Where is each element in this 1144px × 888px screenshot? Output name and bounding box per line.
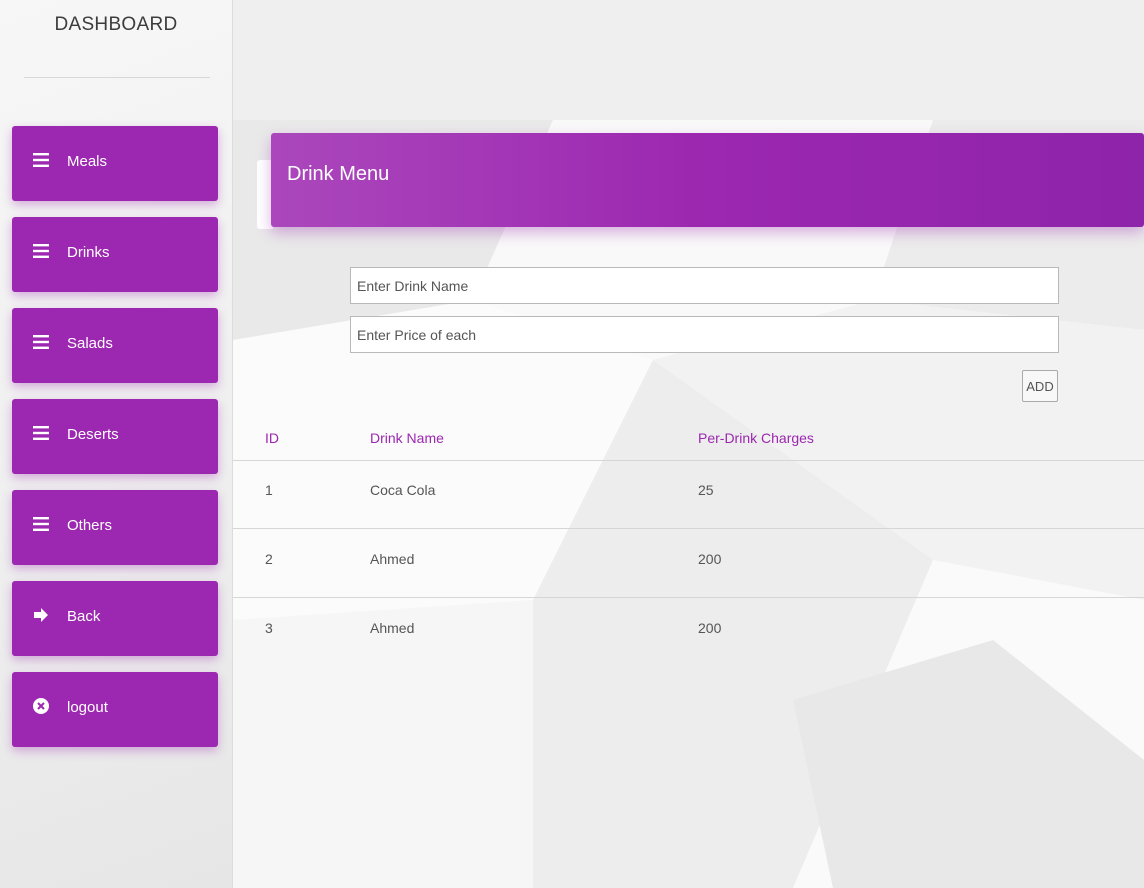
sidebar-item-label: Drinks [67, 244, 110, 261]
sidebar-item-logout[interactable]: logout [12, 672, 218, 747]
main-content: Drink Menu ADD ID Drink Name Per-Drink C… [233, 0, 1144, 888]
menu-icon [33, 153, 49, 167]
sidebar: DASHBOARD Meals Drinks Salads Deserts Ot… [0, 0, 233, 888]
cell-drink-name: Ahmed [370, 620, 415, 636]
close-circle-icon [33, 698, 49, 714]
sidebar-item-label: Back [67, 608, 101, 625]
menu-icon [33, 426, 49, 440]
cell-id: 3 [265, 620, 273, 636]
table-row: 2 Ahmed 200 [233, 529, 1144, 598]
cell-charges: 200 [698, 620, 722, 636]
sidebar-item-label: Salads [67, 335, 113, 352]
sidebar-item-back[interactable]: Back [12, 581, 218, 656]
sidebar-item-others[interactable]: Others [12, 490, 218, 565]
cell-id: 2 [265, 551, 273, 567]
sidebar-item-label: Deserts [67, 426, 119, 443]
menu-icon [33, 335, 49, 349]
cell-drink-name: Coca Cola [370, 482, 436, 498]
table-row: 1 Coca Cola 25 [233, 460, 1144, 529]
column-header-drink-name: Drink Name [370, 430, 444, 446]
cell-charges: 200 [698, 551, 722, 567]
column-header-charges: Per-Drink Charges [698, 430, 814, 446]
sidebar-item-deserts[interactable]: Deserts [12, 399, 218, 474]
sidebar-item-drinks[interactable]: Drinks [12, 217, 218, 292]
sidebar-item-label: Meals [67, 153, 108, 170]
sidebar-item-label: logout [67, 699, 108, 716]
column-header-id: ID [265, 430, 279, 446]
table-header: ID Drink Name Per-Drink Charges [233, 420, 1144, 461]
sidebar-item-meals[interactable]: Meals [12, 126, 218, 201]
table-row: 3 Ahmed 200 [233, 598, 1144, 666]
sidebar-item-label: Others [67, 517, 113, 534]
page-title: Drink Menu [287, 163, 390, 185]
cell-charges: 25 [698, 482, 714, 498]
sidebar-divider [24, 77, 210, 78]
card-header: Drink Menu [271, 133, 1144, 227]
sidebar-item-salads[interactable]: Salads [12, 308, 218, 383]
menu-icon [33, 244, 49, 258]
cell-id: 1 [265, 482, 273, 498]
add-button[interactable]: ADD [1022, 370, 1058, 402]
sidebar-title: DASHBOARD [54, 14, 178, 35]
drink-name-input[interactable] [350, 267, 1059, 304]
menu-icon [33, 517, 49, 531]
arrow-right-icon [34, 608, 48, 622]
drink-price-input[interactable] [350, 316, 1059, 353]
cell-drink-name: Ahmed [370, 551, 415, 567]
